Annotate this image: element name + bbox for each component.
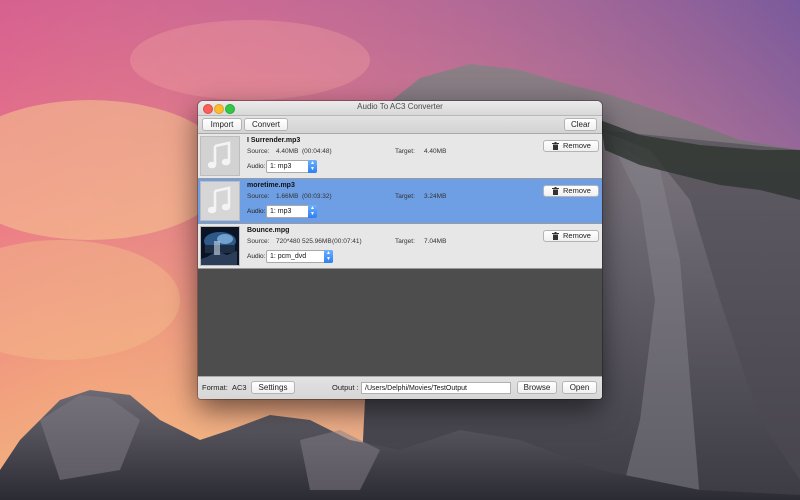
clear-button[interactable]: Clear <box>564 118 597 131</box>
output-path-field[interactable]: /Users/Delphi/Movies/TestOutput <box>361 382 511 394</box>
source-duration: (00:04:48) <box>302 148 332 155</box>
source-duration: (00:07:41) <box>332 238 362 245</box>
file-row-selected[interactable]: moretime.mp3 Source: 1.66MB (00:03:32) T… <box>198 179 602 224</box>
remove-button[interactable]: Remove <box>543 185 599 197</box>
file-name: Bounce.mpg <box>247 227 290 234</box>
audio-track-select[interactable]: 1: pcm_dvd ▲ ▼ <box>266 250 333 263</box>
trash-icon <box>552 232 559 240</box>
target-label: Target: <box>395 238 415 245</box>
window-title: Audio To AC3 Converter <box>357 102 443 111</box>
title-bar[interactable]: Audio To AC3 Converter <box>198 101 602 116</box>
file-row[interactable]: I Surrender.mp3 Source: 4.40MB (00:04:48… <box>198 134 602 179</box>
music-note-icon <box>200 181 240 221</box>
format-label: Format: <box>202 383 228 392</box>
app-window: Audio To AC3 Converter Import Convert Cl… <box>198 101 602 399</box>
audio-track-value: 1: mp3 <box>270 163 292 170</box>
target-label: Target: <box>395 193 415 200</box>
toolbar: Import Convert Clear <box>198 116 602 134</box>
chevron-updown-icon: ▲ ▼ <box>308 160 317 173</box>
remove-button[interactable]: Remove <box>543 230 599 242</box>
file-name: moretime.mp3 <box>247 182 295 189</box>
browse-button[interactable]: Browse <box>517 381 557 394</box>
target-size: 7.04MB <box>424 238 447 245</box>
bottom-bar: Format: AC3 Settings Output : /Users/Del… <box>198 376 602 399</box>
target-label: Target: <box>395 148 415 155</box>
remove-label: Remove <box>563 141 591 150</box>
source-label: Source: <box>247 193 270 200</box>
source-size: 4.40MB <box>276 148 299 155</box>
source-duration: (00:03:32) <box>302 193 332 200</box>
audio-label: Audio: <box>247 208 266 215</box>
source-size: 1.66MB <box>276 193 299 200</box>
audio-track-select[interactable]: 1: mp3 ▲ ▼ <box>266 205 317 218</box>
target-size: 4.40MB <box>424 148 447 155</box>
trash-icon <box>552 187 559 195</box>
format-value: AC3 <box>232 383 247 392</box>
remove-label: Remove <box>563 231 591 240</box>
open-button[interactable]: Open <box>562 381 597 394</box>
audio-track-value: 1: pcm_dvd <box>270 253 307 260</box>
audio-track-value: 1: mp3 <box>270 208 292 215</box>
source-label: Source: <box>247 238 270 245</box>
source-label: Source: <box>247 148 270 155</box>
remove-label: Remove <box>563 186 591 195</box>
remove-button[interactable]: Remove <box>543 140 599 152</box>
file-list[interactable]: I Surrender.mp3 Source: 4.40MB (00:04:48… <box>198 134 602 376</box>
import-button[interactable]: Import <box>202 118 242 131</box>
audio-track-select[interactable]: 1: mp3 ▲ ▼ <box>266 160 317 173</box>
video-thumbnail <box>200 226 240 266</box>
settings-button[interactable]: Settings <box>251 381 295 394</box>
music-note-icon <box>200 136 240 176</box>
audio-label: Audio: <box>247 163 266 170</box>
file-row[interactable]: Bounce.mpg Source: 720*480 525.96MB (00:… <box>198 224 602 269</box>
audio-label: Audio: <box>247 253 266 260</box>
output-label: Output : <box>332 383 359 392</box>
chevron-updown-icon: ▲ ▼ <box>308 205 317 218</box>
convert-button[interactable]: Convert <box>244 118 288 131</box>
source-size: 720*480 525.96MB <box>276 238 332 245</box>
trash-icon <box>552 142 559 150</box>
chevron-updown-icon: ▲ ▼ <box>324 250 333 263</box>
target-size: 3.24MB <box>424 193 447 200</box>
file-name: I Surrender.mp3 <box>247 137 301 144</box>
